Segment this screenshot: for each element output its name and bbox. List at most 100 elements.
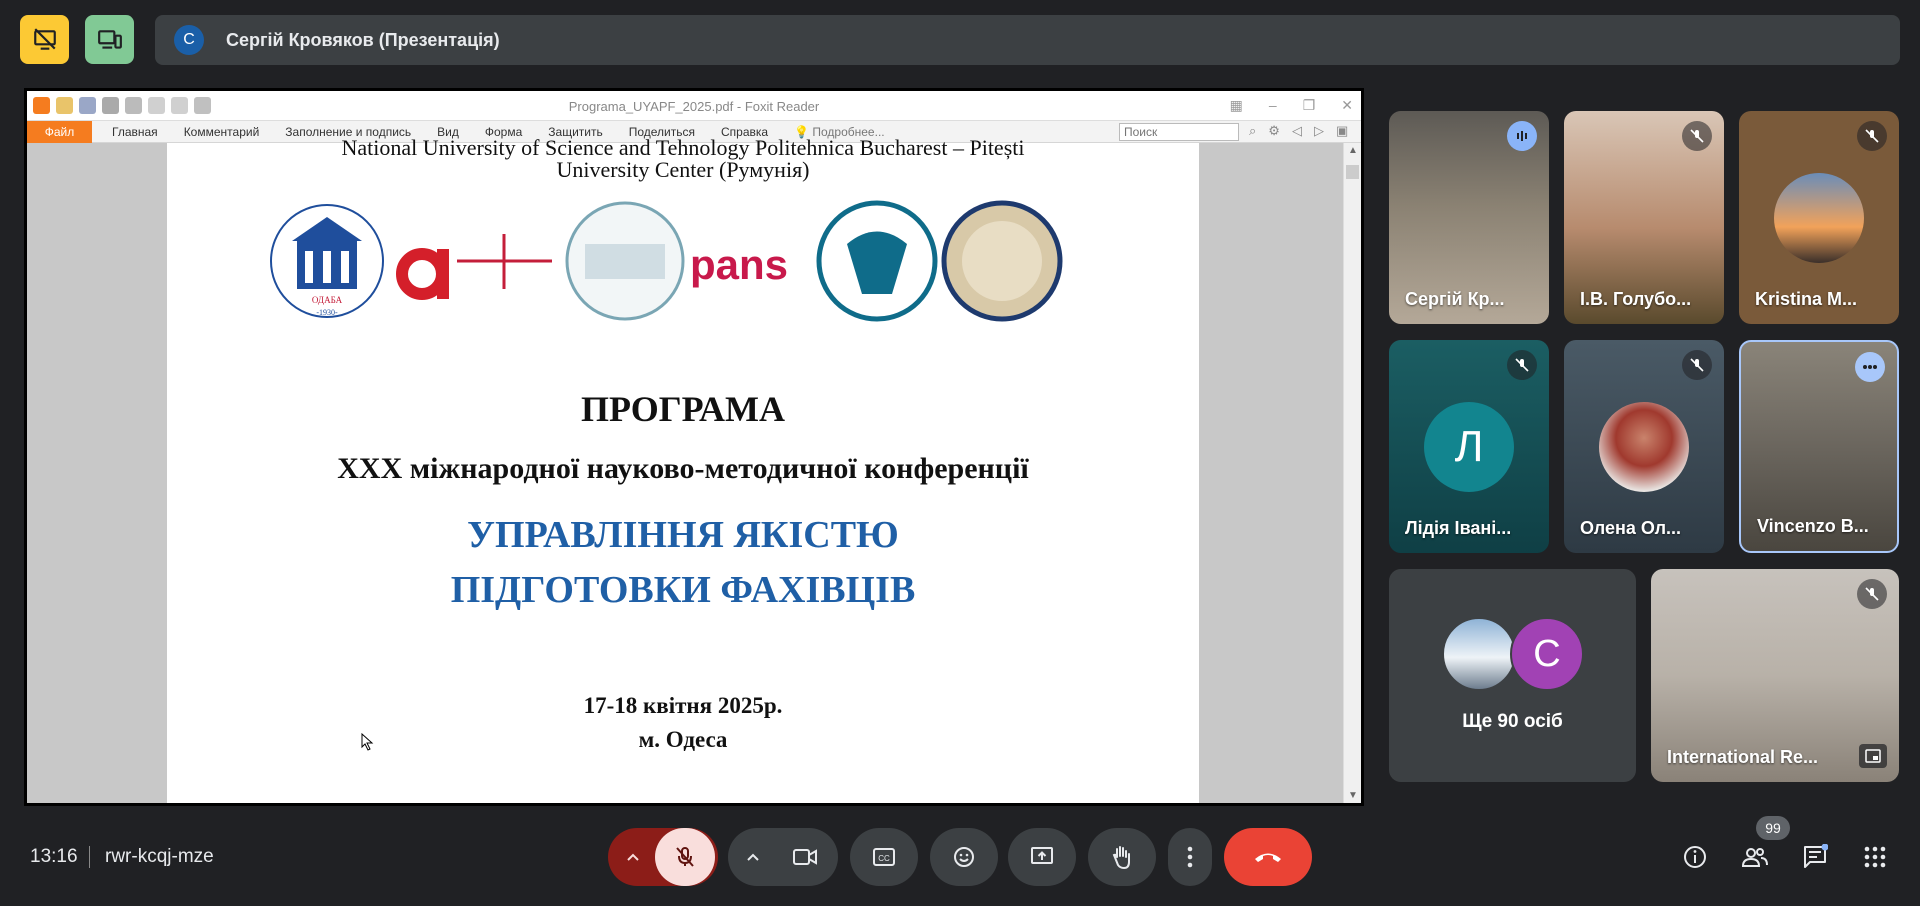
faculty-logo	[565, 201, 685, 321]
pans-logo: pans	[690, 241, 788, 288]
pip-icon[interactable]	[1859, 744, 1887, 768]
participant-name: Kristina M...	[1755, 289, 1858, 309]
pdf-topic-line1: УПРАВЛІННЯ ЯКІСТЮ	[467, 514, 899, 556]
avatar: Л	[1424, 402, 1514, 492]
captions-button[interactable]: CC	[850, 828, 918, 886]
others-label: Ще 90 осіб	[1462, 711, 1563, 732]
scroll-down-icon[interactable]: ▼	[1348, 790, 1358, 801]
close-icon[interactable]: ✕	[1341, 97, 1353, 114]
participant-tile[interactable]: International Re...	[1651, 569, 1899, 782]
info-icon	[1684, 846, 1706, 868]
people-button[interactable]	[1738, 840, 1772, 874]
pdf-page: National University of Science and Tehno…	[167, 135, 1199, 803]
gear-icon[interactable]: ⚙	[1268, 123, 1280, 139]
minimize-icon[interactable]: –	[1269, 97, 1277, 114]
scroll-thumb[interactable]	[1346, 165, 1359, 179]
scroll-up-icon[interactable]: ▲	[1348, 145, 1358, 156]
apps-grid-icon	[1864, 846, 1886, 868]
activities-button[interactable]	[1858, 840, 1892, 874]
avatar	[1599, 402, 1689, 492]
pdf-scrollbar[interactable]: ▲ ▼	[1343, 143, 1361, 803]
divider	[89, 846, 90, 868]
camera-group	[728, 828, 838, 886]
more-options-button[interactable]	[1168, 828, 1212, 886]
participant-name: Лідія Івані...	[1405, 518, 1512, 538]
chat-icon	[1804, 844, 1828, 868]
partner-logos: ОДАБА -1930- pans	[270, 200, 1063, 322]
mic-off-icon	[1857, 579, 1887, 609]
window-controls: ▦ – ❐ ✕	[1230, 97, 1353, 114]
presenter-bar: С Сергій Кровяков (Презентація)	[155, 15, 1900, 65]
participant-name: І.В. Голубо...	[1580, 289, 1692, 309]
raise-hand-button[interactable]	[1088, 828, 1156, 886]
mic-off-icon	[1857, 121, 1887, 151]
emoji-icon	[954, 847, 974, 867]
companion-mode-button[interactable]	[85, 15, 134, 64]
layout-icon[interactable]: ▦	[1230, 97, 1243, 114]
chevron-up-icon	[747, 853, 759, 861]
captions-icon: CC	[873, 848, 895, 866]
shared-screen: Programa_UYAPF_2025.pdf - Foxit Reader ▦…	[24, 88, 1364, 806]
search-icon[interactable]: ⌕	[1249, 123, 1256, 139]
present-off-icon	[33, 27, 56, 50]
odaba-logo: ОДАБА -1930-	[270, 204, 384, 318]
pitesti-seal-logo	[941, 200, 1063, 322]
pdf-title: ПРОГРАМА	[580, 389, 786, 429]
chevron-up-icon	[627, 853, 639, 861]
pans-wordmark: pans	[690, 241, 788, 288]
mic-toggle-button[interactable]	[655, 828, 715, 886]
end-call-icon	[1255, 853, 1281, 862]
svg-text:CC: CC	[878, 854, 890, 863]
pdf-viewport[interactable]: National University of Science and Tehno…	[27, 135, 1349, 803]
meeting-details-button[interactable]	[1678, 840, 1712, 874]
chat-button[interactable]	[1798, 840, 1832, 874]
mic-off-icon	[1507, 350, 1537, 380]
pdf-city: м. Одеса	[638, 727, 728, 752]
participant-tile[interactable]: Сергій Кр...	[1389, 111, 1549, 324]
devices-icon	[97, 29, 122, 49]
more-options-icon[interactable]	[1855, 352, 1885, 382]
mouse-cursor-icon	[361, 733, 374, 751]
participant-tile[interactable]: І.В. Голубо...	[1564, 111, 1724, 324]
pdf-topic-line2: ПІДГОТОВКИ ФАХІВЦІВ	[450, 569, 916, 611]
pdf-university-center: University Center (Румунія)	[556, 157, 810, 182]
participant-tile[interactable]: Олена Ол...	[1564, 340, 1724, 553]
mic-options-button[interactable]	[611, 828, 655, 886]
participant-name: Сергій Кр...	[1405, 289, 1505, 309]
participant-tile[interactable]: Л Лідія Івані...	[1389, 340, 1549, 553]
present-button[interactable]	[1008, 828, 1076, 886]
avatar: C	[1510, 617, 1584, 691]
restore-icon[interactable]: ❐	[1303, 97, 1316, 114]
avatar	[1774, 173, 1864, 263]
menu-file[interactable]: Файл	[27, 120, 92, 143]
user-icon[interactable]: ▣	[1336, 123, 1348, 139]
presenter-avatar: С	[174, 25, 204, 55]
camera-icon	[793, 849, 817, 865]
more-vert-icon	[1187, 846, 1193, 868]
cross-logo	[457, 234, 552, 289]
camera-toggle-button[interactable]	[775, 828, 835, 886]
odaba-label: ОДАБА	[312, 295, 343, 305]
a-letter-logo	[396, 248, 449, 300]
mic-group	[608, 828, 718, 886]
meeting-code: rwr-kcqj-mze	[105, 846, 214, 867]
menu-home[interactable]: Главная	[112, 125, 158, 139]
menu-tail-icons: ⌕ ⚙ ◁ ▷ ▣	[1249, 123, 1348, 139]
leave-call-button[interactable]	[1224, 828, 1312, 886]
participant-tile[interactable]: Vincenzo B...	[1739, 340, 1899, 553]
stop-presenting-button[interactable]	[20, 15, 69, 64]
window-title: Programa_UYAPF_2025.pdf - Foxit Reader	[568, 99, 820, 114]
speaking-indicator-icon	[1507, 121, 1537, 151]
prev-icon[interactable]: ◁	[1292, 123, 1302, 139]
others-tile[interactable]: C Ще 90 осіб	[1389, 569, 1636, 782]
clock: 13:16	[30, 846, 78, 867]
camera-options-button[interactable]	[731, 828, 775, 886]
avatar	[1442, 617, 1516, 691]
participant-name: International Re...	[1667, 747, 1819, 767]
participant-name: Олена Ол...	[1580, 518, 1682, 538]
participant-name: Vincenzo B...	[1757, 516, 1869, 536]
people-icon	[1741, 848, 1768, 867]
reactions-button[interactable]	[930, 828, 998, 886]
participant-tile[interactable]: Kristina M...	[1739, 111, 1899, 324]
next-icon[interactable]: ▷	[1314, 123, 1324, 139]
